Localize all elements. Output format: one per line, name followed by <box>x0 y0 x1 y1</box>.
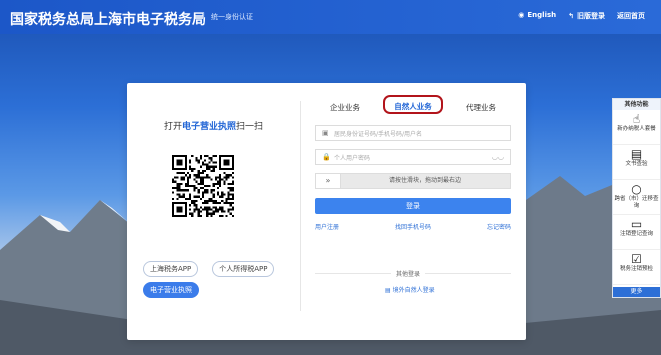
search-icon: ○ <box>631 182 642 196</box>
foreign-login-link[interactable]: ▤ 境外自然人登录 <box>385 285 435 294</box>
check-document-icon: ☑ <box>631 252 642 266</box>
slider-text: 请按住滑块，拖动到最右边 <box>388 177 461 184</box>
forgot-password-link[interactable]: 忘记密码 <box>487 222 511 231</box>
lock-icon: 🔒 <box>322 153 331 161</box>
qr-code <box>172 155 234 217</box>
sidebar-item-migration-query[interactable]: ○ 跨省（市）迁移查询 <box>613 180 660 215</box>
business-license-button[interactable]: 电子营业执照 <box>143 282 199 298</box>
login-tabs: 企业业务 自然人业务 代理业务 <box>315 95 511 117</box>
document-icon: ▤ <box>630 147 643 161</box>
tab-enterprise[interactable]: 企业业务 <box>315 95 375 117</box>
old-version-login-link[interactable]: ↰ 旧版登录 <box>568 11 605 21</box>
slider-captcha[interactable]: » 请按住滑块，拖动到最右边 <box>315 173 511 189</box>
arrow-left-icon: ↰ <box>568 12 574 20</box>
globe-icon: ◉ <box>518 11 525 19</box>
shanghai-tax-app-button[interactable]: 上海税务APP <box>143 261 199 277</box>
slider-handle-icon[interactable]: » <box>316 174 341 188</box>
password-input[interactable]: 🔒 个人用户密码 ◡◡ <box>315 149 511 165</box>
other-functions-sidebar: 其他功能 ☝ 新办纳税人套餐 ▤ 文书查验 ○ 跨省（市）迁移查询 ▭ 注销登记… <box>612 98 661 298</box>
english-link[interactable]: ◉ English <box>518 11 556 21</box>
id-card-icon: ▤ <box>385 287 393 294</box>
sidebar-more-button[interactable]: 更多 <box>613 287 660 297</box>
register-link[interactable]: 用户注册 <box>315 222 339 231</box>
sidebar-item-new-taxpayer[interactable]: ☝ 新办纳税人套餐 <box>613 110 660 145</box>
account-links: 用户注册 找回手机号码 忘记密码 <box>315 222 511 231</box>
personal-income-tax-app-button[interactable]: 个人所得税APP <box>212 261 275 277</box>
user-icon: ▣ <box>322 129 329 137</box>
other-login-label: 其他登录 <box>391 269 426 278</box>
header-divider <box>203 12 204 23</box>
sidebar-title: 其他功能 <box>613 99 660 110</box>
register-icon: ▭ <box>630 217 643 231</box>
site-title: 国家税务总局上海市电子税务局 <box>10 12 206 28</box>
login-button[interactable]: 登录 <box>315 198 511 214</box>
app-buttons: 上海税务APP 个人所得税APP <box>143 261 275 277</box>
header-links: ◉ English ↰ 旧版登录 返回首页 <box>518 11 645 21</box>
sidebar-item-deregistration-precheck[interactable]: ☑ 税务注销预检 <box>613 250 660 285</box>
home-link[interactable]: 返回首页 <box>617 11 645 21</box>
site-subtitle: 统一身份认证 <box>211 13 253 21</box>
qr-login-panel: 打开电子营业执照扫一扫 上海税务APP 个人所得税APP 电子营业执照 <box>127 83 300 340</box>
tab-individual[interactable]: 自然人业务 <box>383 95 443 114</box>
sidebar-item-document-check[interactable]: ▤ 文书查验 <box>613 145 660 180</box>
account-input[interactable]: ▣ 居民身份证号码/手机号码/用户名 <box>315 125 511 141</box>
tab-agent[interactable]: 代理业务 <box>451 95 511 117</box>
account-login-panel: 企业业务 自然人业务 代理业务 ▣ 居民身份证号码/手机号码/用户名 🔒 个人用… <box>315 83 511 340</box>
login-card: 打开电子营业执照扫一扫 上海税务APP 个人所得税APP 电子营业执照 企业业务… <box>127 83 526 340</box>
sidebar-item-deregistration-query[interactable]: ▭ 注销登记查询 <box>613 215 660 250</box>
recover-phone-link[interactable]: 找回手机号码 <box>395 222 431 231</box>
hand-pointer-icon: ☝ <box>632 112 641 126</box>
scan-title: 打开电子营业执照扫一扫 <box>163 122 264 132</box>
eye-icon[interactable]: ◡◡ <box>492 153 504 161</box>
card-divider <box>300 101 301 311</box>
top-header: 国家税务总局上海市电子税务局 统一身份认证 ◉ English ↰ 旧版登录 返回首… <box>0 0 661 34</box>
